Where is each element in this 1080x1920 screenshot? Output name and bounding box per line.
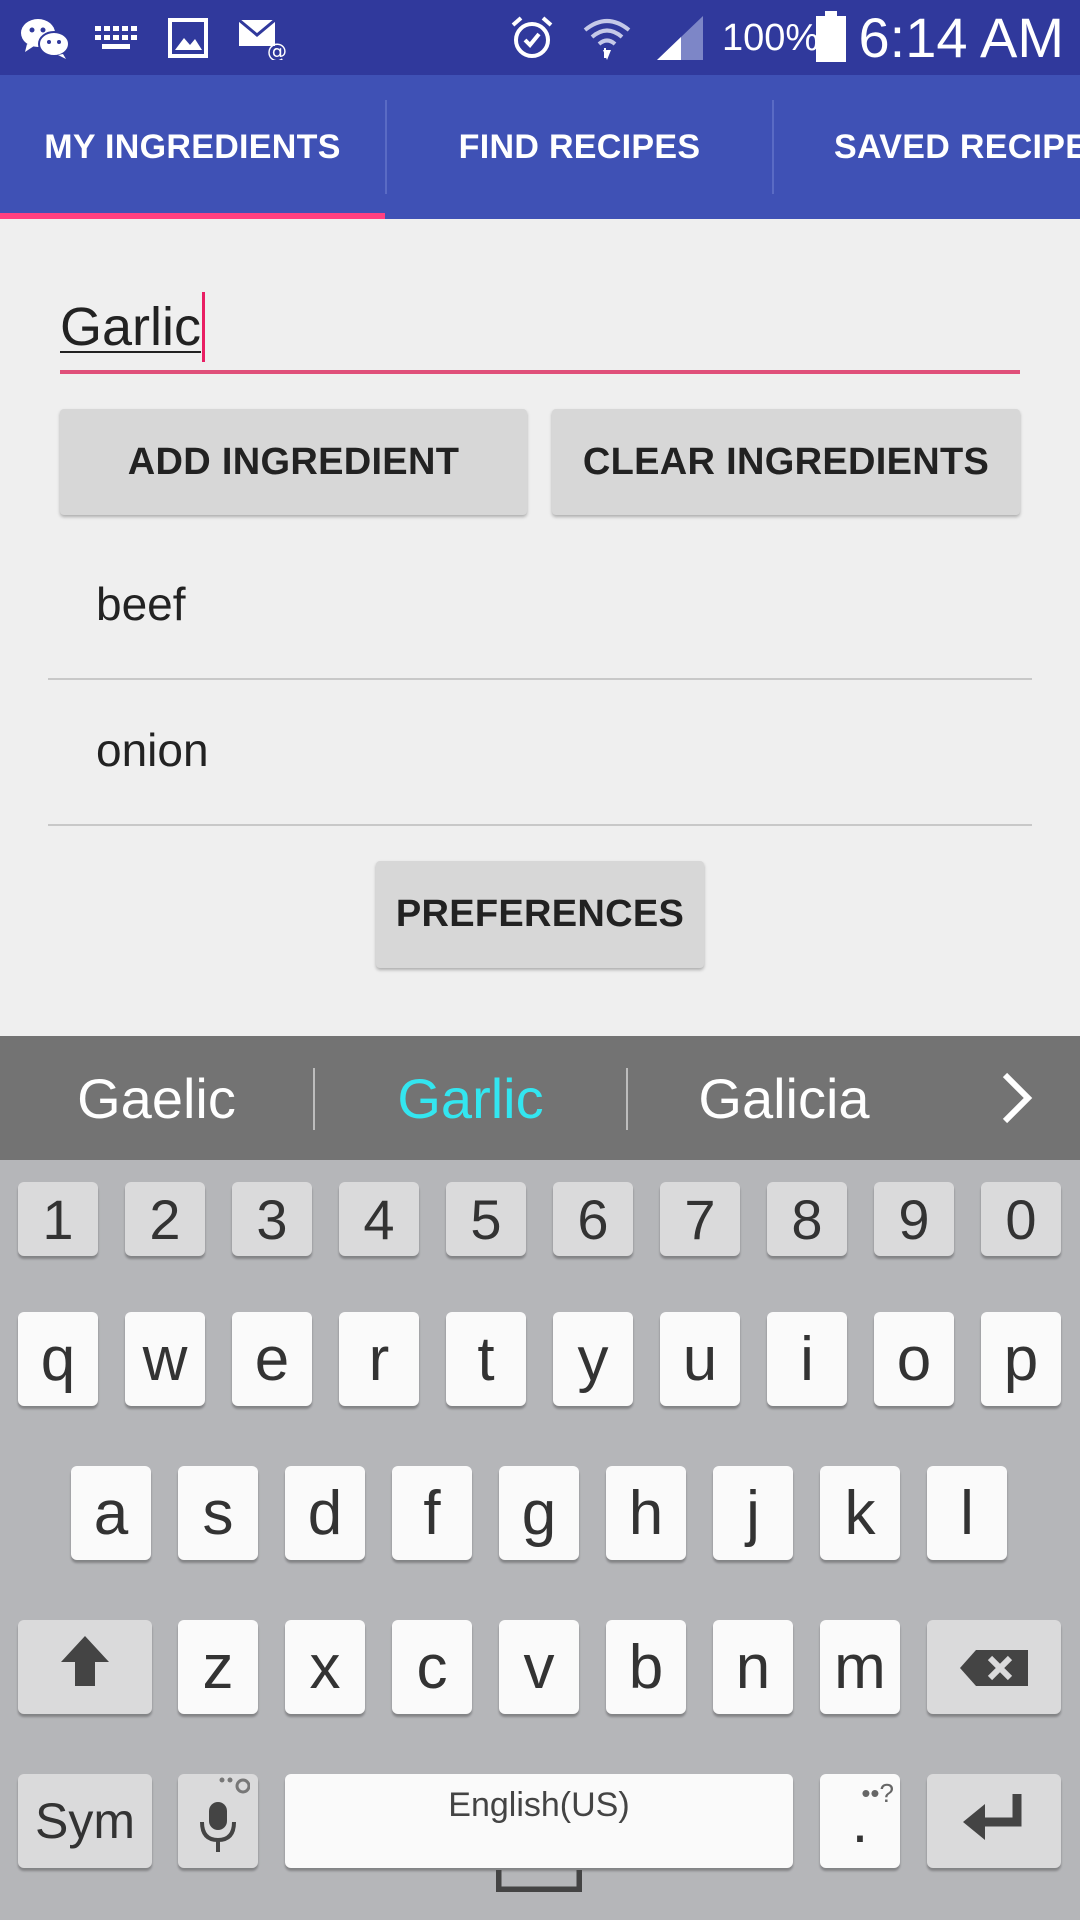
key-u[interactable]: u bbox=[660, 1312, 740, 1406]
key-z[interactable]: z bbox=[178, 1620, 258, 1714]
suggestion-item[interactable]: Galicia bbox=[628, 1036, 940, 1160]
key-f[interactable]: f bbox=[392, 1466, 472, 1560]
image-icon bbox=[166, 14, 210, 62]
keyboard: 1 2 3 4 5 6 7 8 9 0 q w e r t y u i o p … bbox=[0, 1160, 1080, 1920]
input-underline bbox=[60, 370, 1020, 374]
key-3[interactable]: 3 bbox=[232, 1182, 312, 1256]
ingredient-name: beef bbox=[96, 578, 186, 630]
key-o[interactable]: o bbox=[874, 1312, 954, 1406]
app-screen: @ 100% 6:14 AM MY INGREDIENTS FIND RECIP… bbox=[0, 0, 1080, 1920]
key-c[interactable]: c bbox=[392, 1620, 472, 1714]
key-2[interactable]: 2 bbox=[125, 1182, 205, 1256]
space-language-label: English(US) bbox=[448, 1786, 630, 1824]
clear-ingredients-button[interactable]: CLEAR INGREDIENTS bbox=[552, 409, 1020, 515]
svg-text:@: @ bbox=[267, 39, 287, 60]
tab-selected-indicator bbox=[0, 213, 385, 219]
key-e[interactable]: e bbox=[232, 1312, 312, 1406]
key-g[interactable]: g bbox=[499, 1466, 579, 1560]
suggestion-item[interactable]: Gaelic bbox=[0, 1036, 313, 1160]
key-q[interactable]: q bbox=[18, 1312, 98, 1406]
chevron-right-icon[interactable] bbox=[972, 1036, 1062, 1160]
key-p[interactable]: p bbox=[981, 1312, 1061, 1406]
tab-saved-recipes[interactable]: SAVED RECIPES bbox=[774, 75, 1080, 219]
ingredient-list-item[interactable]: beef bbox=[48, 534, 1032, 680]
shift-key[interactable] bbox=[18, 1620, 152, 1714]
key-t[interactable]: t bbox=[446, 1312, 526, 1406]
key-w[interactable]: w bbox=[125, 1312, 205, 1406]
ingredient-input-text: Garlic bbox=[60, 292, 206, 362]
key-j[interactable]: j bbox=[713, 1466, 793, 1560]
ingredient-name: onion bbox=[96, 724, 209, 776]
battery-icon bbox=[814, 10, 848, 64]
key-h[interactable]: h bbox=[606, 1466, 686, 1560]
text-cursor bbox=[202, 292, 206, 362]
clock-time: 6:14 AM bbox=[858, 6, 1064, 69]
key-0[interactable]: 0 bbox=[981, 1182, 1061, 1256]
alarm-icon bbox=[508, 14, 556, 62]
spacebar-icon bbox=[494, 1836, 584, 1907]
preferences-button[interactable]: PREFERENCES bbox=[376, 861, 704, 968]
add-ingredient-button[interactable]: ADD INGREDIENT bbox=[60, 409, 527, 515]
keyboard-icon bbox=[92, 14, 140, 62]
wechat-icon bbox=[18, 14, 72, 62]
tab-bar: MY INGREDIENTS FIND RECIPES SAVED RECIPE… bbox=[0, 75, 1080, 219]
shift-icon bbox=[59, 1632, 111, 1703]
key-1[interactable]: 1 bbox=[18, 1182, 98, 1256]
ingredient-list-item[interactable]: onion bbox=[48, 680, 1032, 826]
key-a[interactable]: a bbox=[71, 1466, 151, 1560]
period-key[interactable]: ••? . bbox=[820, 1774, 900, 1868]
key-r[interactable]: r bbox=[339, 1312, 419, 1406]
space-key[interactable]: English(US) bbox=[285, 1774, 793, 1894]
key-8[interactable]: 8 bbox=[767, 1182, 847, 1256]
key-6[interactable]: 6 bbox=[553, 1182, 633, 1256]
key-m[interactable]: m bbox=[820, 1620, 900, 1714]
key-s[interactable]: s bbox=[178, 1466, 258, 1560]
key-7[interactable]: 7 bbox=[660, 1182, 740, 1256]
key-x[interactable]: x bbox=[285, 1620, 365, 1714]
backspace-icon bbox=[958, 1632, 1030, 1703]
sym-key[interactable]: Sym bbox=[18, 1774, 152, 1868]
battery-percent: 100% bbox=[722, 17, 820, 59]
key-b[interactable]: b bbox=[606, 1620, 686, 1714]
ingredient-input[interactable]: Garlic bbox=[60, 268, 1020, 378]
status-bar: @ 100% 6:14 AM bbox=[0, 0, 1080, 75]
tab-my-ingredients[interactable]: MY INGREDIENTS bbox=[0, 75, 385, 219]
key-d[interactable]: d bbox=[285, 1466, 365, 1560]
enter-icon bbox=[961, 1786, 1027, 1857]
wifi-icon bbox=[580, 14, 634, 62]
voice-input-key[interactable] bbox=[178, 1774, 258, 1868]
tab-find-recipes[interactable]: FIND RECIPES bbox=[387, 75, 772, 219]
enter-key[interactable] bbox=[927, 1774, 1061, 1868]
punctuation-hint-icon: ••? bbox=[861, 1778, 894, 1808]
key-v[interactable]: v bbox=[499, 1620, 579, 1714]
suggestion-item-selected[interactable]: Garlic bbox=[315, 1036, 626, 1160]
key-l[interactable]: l bbox=[927, 1466, 1007, 1560]
key-9[interactable]: 9 bbox=[874, 1182, 954, 1256]
backspace-key[interactable] bbox=[927, 1620, 1061, 1714]
key-y[interactable]: y bbox=[553, 1312, 633, 1406]
key-i[interactable]: i bbox=[767, 1312, 847, 1406]
ingredient-input-value: Garlic bbox=[60, 297, 202, 357]
key-n[interactable]: n bbox=[713, 1620, 793, 1714]
email-icon: @ bbox=[236, 14, 288, 62]
microphone-icon bbox=[186, 1772, 251, 1871]
signal-icon bbox=[654, 14, 706, 62]
key-4[interactable]: 4 bbox=[339, 1182, 419, 1256]
keyboard-suggestion-bar: Gaelic Garlic Galicia bbox=[0, 1036, 1080, 1160]
key-5[interactable]: 5 bbox=[446, 1182, 526, 1256]
key-k[interactable]: k bbox=[820, 1466, 900, 1560]
